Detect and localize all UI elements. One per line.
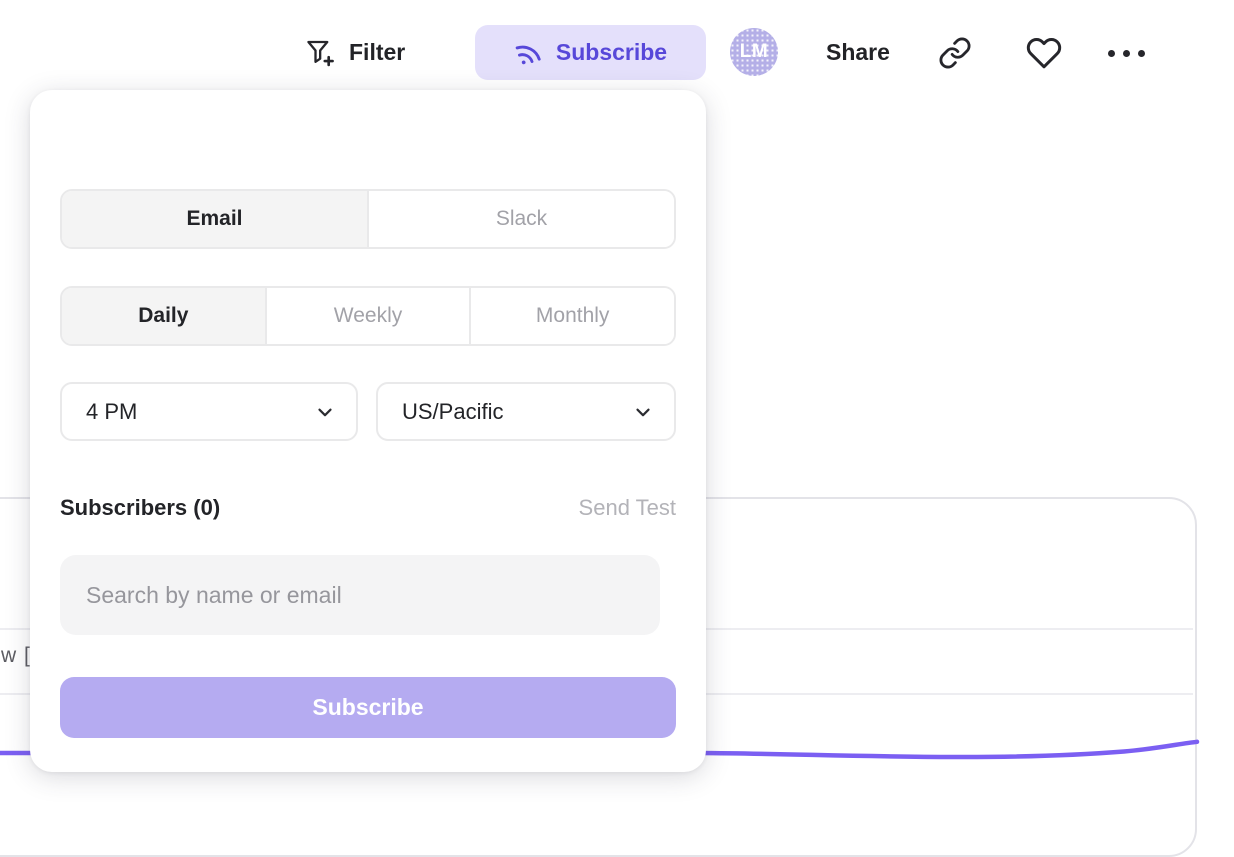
send-test-button[interactable]: Send Test (579, 495, 676, 521)
subscribe-submit-button[interactable]: Subscribe (60, 677, 676, 738)
ellipsis-icon (1123, 50, 1130, 57)
ellipsis-icon (1108, 50, 1115, 57)
subscribers-count-label: Subscribers (0) (60, 495, 220, 521)
chevron-down-icon (314, 401, 336, 423)
heart-icon (1026, 35, 1062, 71)
link-icon (938, 36, 972, 70)
background-partial-label: w [ (1, 644, 31, 668)
tab-daily[interactable]: Daily (62, 288, 265, 344)
more-options-button[interactable] (1108, 40, 1152, 66)
share-button[interactable]: Share (826, 31, 890, 73)
tab-email[interactable]: Email (62, 191, 367, 247)
user-avatar[interactable]: LM (730, 28, 778, 76)
avatar-initials: LM (740, 41, 768, 63)
subscribe-label: Subscribe (556, 39, 667, 66)
subscribe-button[interactable]: Subscribe (475, 25, 706, 80)
share-label: Share (826, 39, 890, 66)
time-select[interactable]: 4 PM (60, 382, 358, 441)
timezone-select-value: US/Pacific (402, 399, 503, 425)
create-subscription-modal: Create a Subscription Email Slack Daily … (30, 90, 706, 772)
timezone-select[interactable]: US/Pacific (376, 382, 676, 441)
filter-button[interactable]: Filter (304, 30, 405, 74)
rss-icon (510, 35, 545, 70)
time-select-value: 4 PM (86, 399, 137, 425)
filter-label: Filter (349, 39, 405, 66)
ellipsis-icon (1138, 50, 1145, 57)
tab-weekly[interactable]: Weekly (265, 288, 470, 344)
tab-monthly[interactable]: Monthly (469, 288, 674, 344)
subscribers-row: Subscribers (0) Send Test (60, 493, 676, 523)
channel-tabs: Email Slack (60, 189, 676, 249)
subscriber-search-input[interactable] (60, 555, 660, 635)
tab-slack[interactable]: Slack (367, 191, 674, 247)
favorite-button[interactable] (1024, 33, 1064, 73)
filter-icon (304, 37, 335, 68)
copy-link-button[interactable] (936, 33, 974, 73)
chevron-down-icon (632, 401, 654, 423)
frequency-tabs: Daily Weekly Monthly (60, 286, 676, 346)
